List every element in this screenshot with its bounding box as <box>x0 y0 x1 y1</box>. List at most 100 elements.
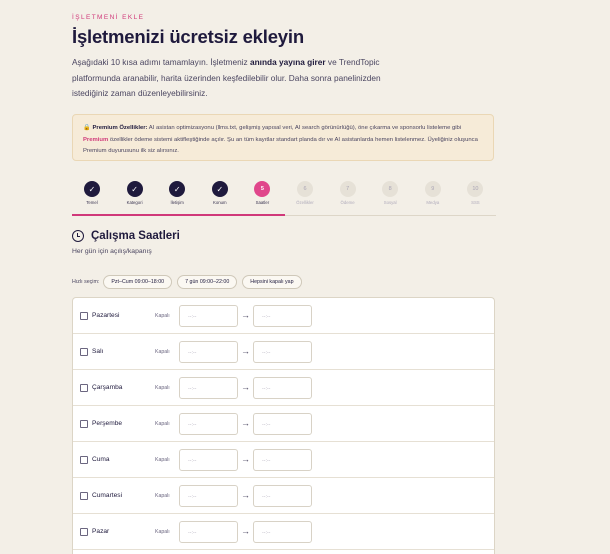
close-time-input[interactable]: --:-- <box>253 449 312 471</box>
step-label: Temel <box>86 200 98 205</box>
arrow-right-icon: → <box>241 382 250 392</box>
hours-row: Cumartesi Kapalı --:-- → --:-- <box>73 478 494 514</box>
notice-label: Premium Özellikler: <box>92 125 148 131</box>
step-number: 10 <box>467 181 484 197</box>
step-5[interactable]: 5 Saatler <box>242 181 282 205</box>
clock-icon <box>72 230 84 242</box>
open-time-input[interactable]: --:-- <box>179 413 238 435</box>
open-checkbox[interactable] <box>80 348 88 356</box>
intro-text: Aşağıdaki 10 kısa adımı tamamlayın. İşle… <box>72 55 417 102</box>
arrow-right-icon: → <box>241 490 250 500</box>
lock-icon: 🔒 <box>83 125 91 131</box>
step-progress: ✓ Temel ✓ Kategori ✓ İletişim ✓ Konum 5 Saatler 6 Ö… <box>72 181 496 217</box>
open-checkbox[interactable] <box>80 456 88 464</box>
close-time-input[interactable]: --:-- <box>253 485 312 507</box>
closed-label: Kapalı <box>155 348 170 355</box>
day-label: Cuma <box>92 456 110 463</box>
open-time-input[interactable]: --:-- <box>179 521 238 543</box>
arrow-right-icon: → <box>241 454 250 464</box>
step-9[interactable]: 9 Medya <box>413 181 453 205</box>
quick-select-label: Hızlı seçim: <box>72 279 100 285</box>
step-8[interactable]: 8 Sosyal <box>370 181 410 205</box>
open-checkbox[interactable] <box>80 312 88 320</box>
quick-chip-all-closed[interactable]: Hepsini kapalı yap <box>242 275 302 289</box>
step-number: 6 <box>297 181 313 197</box>
close-time-input[interactable]: --:-- <box>253 341 312 363</box>
open-checkbox[interactable] <box>80 528 88 536</box>
day-label: Perşembe <box>92 420 123 427</box>
open-time-input[interactable]: --:-- <box>179 485 238 507</box>
step-number: 8 <box>382 181 399 197</box>
step-label: Sosyal <box>383 200 397 205</box>
open-checkbox[interactable] <box>80 492 88 500</box>
quick-chip-all-week[interactable]: 7 gün 09:00–22:00 <box>177 275 238 289</box>
premium-notice: 🔒 Premium Özellikler: AI asistan optimiza… <box>72 114 494 161</box>
page-eyebrow: İŞLETMENİ EKLE <box>72 14 145 21</box>
step-label: İletişim <box>170 200 184 205</box>
step-6[interactable]: 6 Özellikler <box>285 181 325 205</box>
step-number: 7 <box>339 181 356 197</box>
arrow-right-icon: → <box>241 526 250 536</box>
close-time-input[interactable]: --:-- <box>253 413 312 435</box>
open-time-input[interactable]: --:-- <box>179 305 238 327</box>
notice-premium: Premium <box>83 136 109 143</box>
arrow-right-icon: → <box>241 310 250 320</box>
step-label: Ödeme <box>340 200 355 205</box>
closed-label: Kapalı <box>155 420 170 427</box>
check-icon: ✓ <box>169 181 186 197</box>
open-checkbox[interactable] <box>80 420 88 428</box>
page-title: İşletmenizi ücretsiz ekleyin <box>72 26 304 47</box>
hours-row: Pazartesi Kapalı --:-- → --:-- <box>73 298 494 334</box>
step-label: Saatler <box>255 200 270 205</box>
step-number: 9 <box>424 181 441 197</box>
day-label: Çarşamba <box>92 384 123 391</box>
intro-highlight: anında yayına girer <box>250 57 326 67</box>
section-title: Çalışma Saatleri <box>91 230 180 242</box>
step-2[interactable]: ✓ Kategori <box>115 181 155 205</box>
closed-label: Kapalı <box>155 456 170 463</box>
check-icon: ✓ <box>126 181 143 197</box>
step-4[interactable]: ✓ Konum <box>200 181 240 205</box>
check-icon: ✓ <box>84 181 100 197</box>
day-label: Cumartesi <box>92 492 123 499</box>
hours-row: Perşembe Kapalı --:-- → --:-- <box>73 406 494 442</box>
close-time-input[interactable]: --:-- <box>253 305 312 327</box>
open-time-input[interactable]: --:-- <box>179 341 238 363</box>
step-label: SSS <box>471 200 480 205</box>
closed-label: Kapalı <box>155 312 170 319</box>
hours-row: Salı Kapalı --:-- → --:-- <box>73 334 494 370</box>
day-label: Salı <box>92 348 104 355</box>
hours-row: Cuma Kapalı --:-- → --:-- <box>73 442 494 478</box>
day-label: Pazartesi <box>92 312 120 319</box>
close-time-input[interactable]: --:-- <box>253 521 312 543</box>
hours-row: Pazar Kapalı --:-- → --:-- <box>73 514 494 550</box>
arrow-right-icon: → <box>241 346 250 356</box>
check-icon: ✓ <box>211 181 228 197</box>
quick-chip-weekdays[interactable]: Pzt–Cum 09:00–18:00 <box>103 275 173 289</box>
closed-label: Kapalı <box>155 384 170 391</box>
step-label: Konum <box>212 200 227 205</box>
open-checkbox[interactable] <box>80 384 88 392</box>
step-3[interactable]: ✓ İletişim <box>157 181 197 205</box>
section-subtitle: Her gün için açılış/kapanış <box>72 248 152 255</box>
close-time-input[interactable]: --:-- <box>253 377 312 399</box>
step-number: 5 <box>254 181 271 197</box>
notice-text: özellikler ödeme sistemi aktifleştiğinde… <box>83 136 478 155</box>
open-time-input[interactable]: --:-- <box>179 449 238 471</box>
notice-text: AI asistan optimizasyonu (llms.txt, geli… <box>147 125 462 131</box>
quick-select: Hızlı seçim: Pzt–Cum 09:00–18:00 7 gün 0… <box>72 275 307 289</box>
step-7[interactable]: 7 Ödeme <box>328 181 368 205</box>
arrow-right-icon: → <box>241 418 250 428</box>
hours-table: Pazartesi Kapalı --:-- → --:-- Salı Kapalı --:-… <box>72 297 495 554</box>
step-label: Özellikler <box>296 200 314 205</box>
step-1[interactable]: ✓ Temel <box>72 181 112 205</box>
step-label: Kategori <box>126 200 143 205</box>
section-header: Çalışma Saatleri <box>72 230 180 242</box>
day-label: Pazar <box>92 528 110 535</box>
closed-label: Kapalı <box>155 492 170 499</box>
hours-row: Çarşamba Kapalı --:-- → --:-- <box>73 370 494 406</box>
step-10[interactable]: 10 SSS <box>455 181 495 205</box>
open-time-input[interactable]: --:-- <box>179 377 238 399</box>
step-label: Medya <box>426 200 440 205</box>
closed-label: Kapalı <box>155 528 170 535</box>
